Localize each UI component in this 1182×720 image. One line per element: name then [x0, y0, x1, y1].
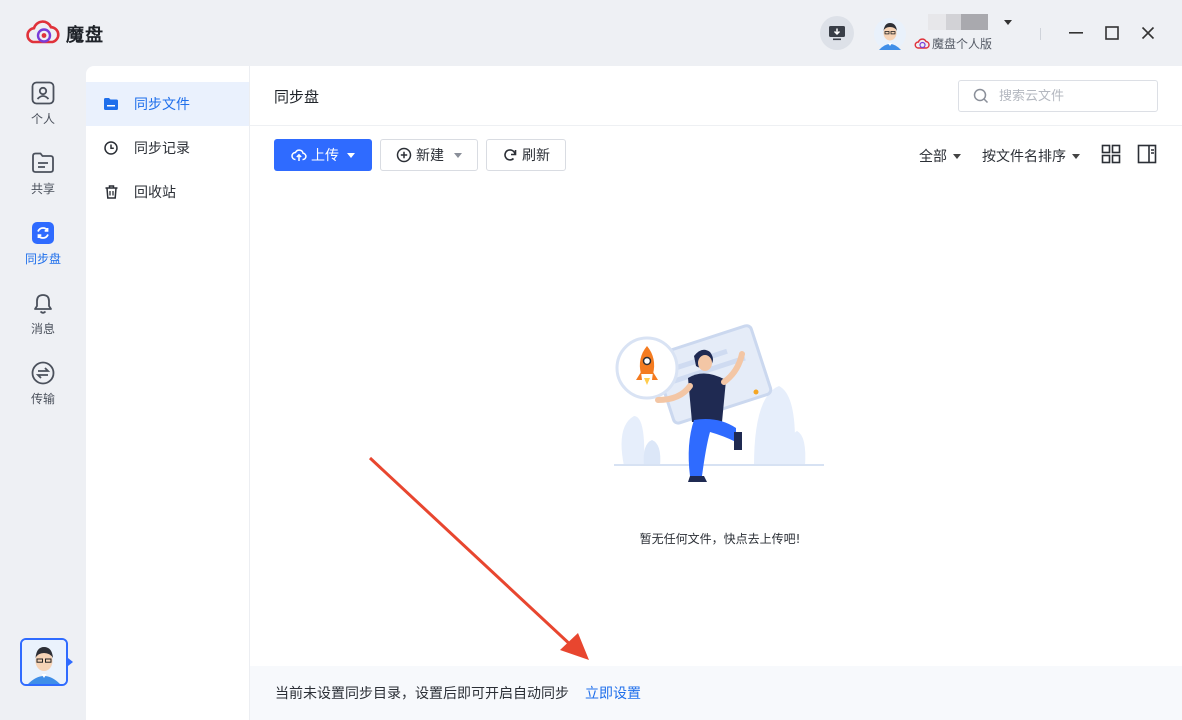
page-title: 同步盘	[274, 88, 320, 106]
app-name: 魔盘	[66, 25, 104, 46]
minimize-icon	[1069, 32, 1083, 34]
empty-state-text: 暂无任何文件，快点去上传吧!	[639, 532, 801, 546]
subnav-item-label: 同步文件	[134, 97, 190, 113]
avatar	[874, 18, 906, 50]
cloud-logo-icon	[26, 20, 60, 44]
plus-circle-icon	[396, 147, 412, 163]
new-label: 新建	[416, 148, 444, 164]
title-bar: 魔盘 魔盘个人版	[0, 0, 1182, 66]
upload-label: 上传	[311, 148, 339, 164]
refresh-button[interactable]: 刷新	[486, 139, 566, 171]
new-button[interactable]: 新建	[380, 139, 478, 171]
chevron-down-icon	[1072, 153, 1080, 159]
trash-icon	[104, 185, 118, 199]
subnav-item-label: 回收站	[134, 185, 176, 201]
main-header: 同步盘	[250, 66, 1182, 126]
username-redacted	[928, 14, 988, 30]
rail-item-sync[interactable]: 同步盘	[13, 220, 73, 276]
refresh-icon	[504, 149, 517, 161]
clock-icon	[104, 141, 118, 155]
subnav-item-sync-history[interactable]: 同步记录	[86, 126, 249, 170]
close-icon	[1141, 26, 1155, 40]
sort-dropdown[interactable]: 按文件名排序	[982, 146, 1080, 166]
main-panel: 同步盘 上传 新建 刷新 全部	[249, 66, 1182, 720]
sync-setup-notice: 当前未设置同步目录，设置后即可开启自动同步	[275, 686, 569, 702]
person-icon	[31, 81, 55, 105]
sort-label: 按文件名排序	[982, 149, 1066, 165]
app-logo: 魔盘	[24, 20, 104, 48]
chevron-down-icon	[454, 152, 462, 158]
scope-filter-label: 全部	[919, 149, 947, 165]
rail-item-label: 传输	[30, 392, 55, 406]
rail-item-label: 消息	[30, 322, 55, 336]
subnav-item-sync-files[interactable]: 同步文件	[86, 82, 249, 126]
rail-item-label: 个人	[30, 112, 55, 126]
share-folder-icon	[32, 152, 54, 173]
cloud-upload-icon	[291, 149, 307, 161]
search-icon	[973, 88, 989, 104]
cloud-logo-icon	[914, 37, 930, 49]
primary-nav: 个人 共享 同步盘 消息 传输	[0, 66, 86, 720]
rail-item-label: 共享	[30, 182, 55, 196]
subnav-item-label: 同步记录	[134, 141, 190, 157]
sync-subnav: 同步文件 同步记录 回收站	[86, 66, 249, 720]
edition-label: 魔盘个人版	[914, 35, 992, 52]
empty-state-illustration	[614, 324, 824, 482]
sync-icon	[32, 222, 54, 244]
upload-button[interactable]: 上传	[274, 139, 372, 171]
setup-now-link[interactable]: 立即设置	[585, 683, 641, 703]
rail-item-share[interactable]: 共享	[13, 150, 73, 206]
account-avatar-button[interactable]	[20, 638, 68, 686]
minimize-button[interactable]	[1065, 22, 1087, 44]
download-icon	[829, 26, 845, 41]
rail-item-transfer[interactable]: 传输	[13, 360, 73, 416]
close-button[interactable]	[1137, 22, 1159, 44]
search-input[interactable]	[999, 88, 1139, 104]
chevron-down-icon	[953, 153, 961, 159]
folder-icon	[104, 97, 118, 111]
avatar-indicator	[68, 658, 73, 666]
transfer-icon	[31, 361, 55, 385]
sync-setup-banner: 当前未设置同步目录，设置后即可开启自动同步 立即设置	[250, 666, 1182, 720]
user-menu[interactable]: 魔盘个人版	[874, 14, 1024, 54]
download-manager-button[interactable]	[820, 16, 854, 50]
edition-text: 魔盘个人版	[932, 37, 993, 51]
rail-item-personal[interactable]: 个人	[13, 80, 73, 136]
chevron-down-icon	[347, 152, 355, 158]
scope-filter-dropdown[interactable]: 全部	[919, 146, 961, 166]
avatar	[22, 640, 66, 684]
chevron-down-icon	[1004, 20, 1012, 25]
maximize-button[interactable]	[1101, 22, 1123, 44]
grid-view-icon[interactable]	[1101, 144, 1121, 164]
detail-panel-icon[interactable]	[1137, 144, 1157, 164]
search-box[interactable]	[958, 80, 1158, 112]
rail-item-label: 同步盘	[24, 252, 61, 266]
divider	[1040, 28, 1041, 40]
refresh-label: 刷新	[522, 148, 550, 164]
subnav-item-recycle-bin[interactable]: 回收站	[86, 170, 249, 214]
rail-item-messages[interactable]: 消息	[13, 290, 73, 346]
bell-icon	[34, 294, 52, 314]
maximize-icon	[1105, 26, 1119, 40]
